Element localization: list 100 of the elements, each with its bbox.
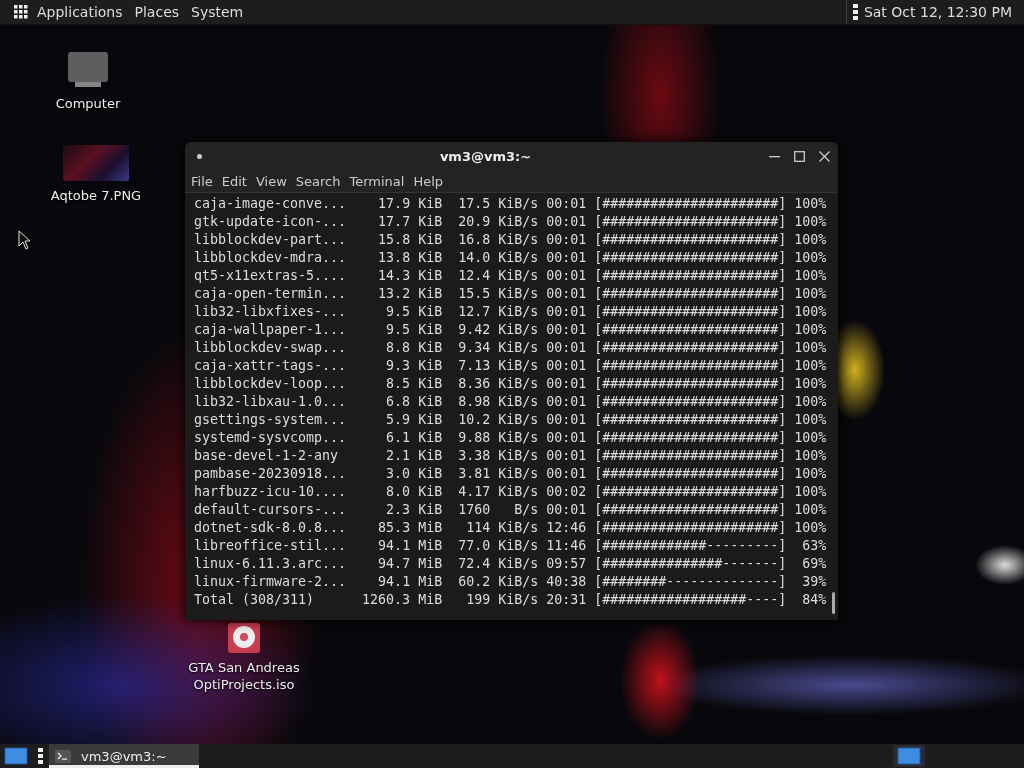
time-remaining: 00:01	[546, 393, 587, 411]
package-name: libblockdev-swap...	[194, 339, 347, 357]
menu-item[interactable]: Search	[292, 173, 347, 189]
percent-text: 100%	[793, 303, 827, 321]
percent-text: 100%	[793, 267, 827, 285]
download-speed: 8.36 KiB/s	[457, 375, 539, 393]
clock[interactable]: Sat Oct 12, 12:30 PM	[857, 4, 1024, 20]
package-name: default-cursors-...	[194, 501, 347, 519]
time-remaining: 00:01	[546, 429, 587, 447]
percent-text: 100%	[793, 195, 827, 213]
percent-text: 39%	[801, 573, 827, 591]
progress-text: [######################]	[594, 231, 787, 249]
icon-label[interactable]: Aqtobe 7.PNG	[50, 187, 142, 204]
time-remaining: 00:01	[546, 357, 587, 375]
panel-menu[interactable]: Places	[128, 4, 186, 20]
progress-text: [######################]	[594, 285, 787, 303]
progress-text: [######################]	[594, 321, 787, 339]
percent-text: 100%	[793, 249, 827, 267]
package-name: lib32-libxau-1.0...	[194, 393, 347, 411]
package-name: base-devel-1-2-any	[194, 447, 340, 465]
download-size: 15.8 KiB	[377, 231, 443, 249]
progress-text: [######################]	[594, 501, 787, 519]
time-remaining: 00:01	[546, 321, 587, 339]
panel-menu[interactable]: Applications	[31, 4, 129, 20]
time-remaining: 00:01	[546, 285, 587, 303]
download-size: 2.3 KiB	[385, 501, 443, 519]
package-name: Total (308/311)	[194, 591, 316, 609]
time-remaining: 00:01	[546, 447, 587, 465]
package-name: caja-open-termin...	[194, 285, 347, 303]
download-size: 2.1 KiB	[385, 447, 443, 465]
download-speed: 9.42 KiB/s	[457, 321, 539, 339]
time-remaining: 00:01	[546, 231, 587, 249]
percent-text: 100%	[793, 483, 827, 501]
panel-menu[interactable]: System	[185, 4, 250, 20]
progress-text: [######################]	[594, 339, 787, 357]
progress-text: [######################]	[594, 411, 787, 429]
percent-text: 100%	[793, 357, 827, 375]
download-speed: 10.2 KiB/s	[457, 411, 539, 429]
progress-text: [######################]	[594, 249, 787, 267]
download-speed: 17.5 KiB/s	[457, 195, 539, 213]
percent-text: 100%	[793, 321, 827, 339]
time-remaining: 40:38	[546, 573, 587, 591]
download-speed: 12.4 KiB/s	[457, 267, 539, 285]
download-size: 6.1 KiB	[385, 429, 443, 447]
progress-text: [######################]	[594, 465, 787, 483]
download-size: 8.8 KiB	[385, 339, 443, 357]
package-name: systemd-sysvcomp...	[194, 429, 347, 447]
package-name: qt5-x11extras-5....	[194, 267, 347, 285]
progress-text: [######################]	[594, 213, 787, 231]
progress-text: [######################]	[594, 429, 787, 447]
download-size: 17.7 KiB	[377, 213, 443, 231]
download-speed: 9.88 KiB/s	[457, 429, 539, 447]
time-remaining: 09:57	[546, 555, 587, 573]
icon-label[interactable]: GTA San Andreas OptiProjects.iso	[177, 659, 311, 693]
percent-text: 100%	[793, 231, 827, 249]
package-name: dotnet-sdk-8.0.8...	[194, 519, 347, 537]
menu-item[interactable]: Edit	[218, 173, 253, 189]
progress-text: [######################]	[594, 357, 787, 375]
progress-text: [######################]	[594, 447, 787, 465]
menu-item[interactable]: View	[252, 173, 293, 189]
download-size: 13.8 KiB	[377, 249, 443, 267]
time-remaining: 00:01	[546, 339, 587, 357]
progress-text: [######################]	[594, 393, 787, 411]
download-speed: 15.5 KiB/s	[457, 285, 539, 303]
time-remaining: 11:46	[546, 537, 587, 555]
menu-item[interactable]: File	[188, 173, 219, 189]
progress-text: [##################----]	[594, 591, 787, 609]
menu-item[interactable]: Help	[410, 173, 450, 189]
time-remaining: 20:31	[546, 591, 587, 609]
time-remaining: 00:01	[546, 411, 587, 429]
download-speed: 16.8 KiB/s	[457, 231, 539, 249]
download-speed: 114 KiB/s	[465, 519, 539, 537]
percent-text: 100%	[793, 375, 827, 393]
download-size: 94.7 MiB	[377, 555, 443, 573]
icon-label[interactable]: Computer	[55, 95, 121, 112]
time-remaining: 12:46	[546, 519, 587, 537]
download-speed: 60.2 KiB/s	[457, 573, 539, 591]
download-size: 1260.3 MiB	[361, 591, 443, 609]
percent-text: 100%	[793, 465, 827, 483]
download-speed: 72.4 KiB/s	[457, 555, 539, 573]
task-button[interactable]: vm3@vm3:~	[49, 744, 199, 768]
package-name: harfbuzz-icu-10....	[194, 483, 347, 501]
time-remaining: 00:01	[546, 249, 587, 267]
percent-text: 100%	[793, 393, 827, 411]
package-name: linux-6.11.3.arc...	[194, 555, 347, 573]
download-size: 94.1 MiB	[377, 537, 443, 555]
progress-text: [######################]	[594, 375, 787, 393]
download-size: 9.5 KiB	[385, 303, 443, 321]
download-speed: 77.0 KiB/s	[457, 537, 539, 555]
package-name: gtk-update-icon-...	[194, 213, 347, 231]
menu-item[interactable]: Terminal	[346, 173, 411, 189]
package-name: libblockdev-part...	[194, 231, 347, 249]
progress-text: [###############-------]	[594, 555, 787, 573]
time-remaining: 00:01	[546, 195, 587, 213]
package-name: caja-wallpaper-1...	[194, 321, 347, 339]
progress-text: [#############---------]	[594, 537, 787, 555]
download-size: 94.1 MiB	[377, 573, 443, 591]
progress-text: [########--------------]	[594, 573, 787, 591]
download-speed: 9.34 KiB/s	[457, 339, 539, 357]
time-remaining: 00:02	[546, 483, 587, 501]
